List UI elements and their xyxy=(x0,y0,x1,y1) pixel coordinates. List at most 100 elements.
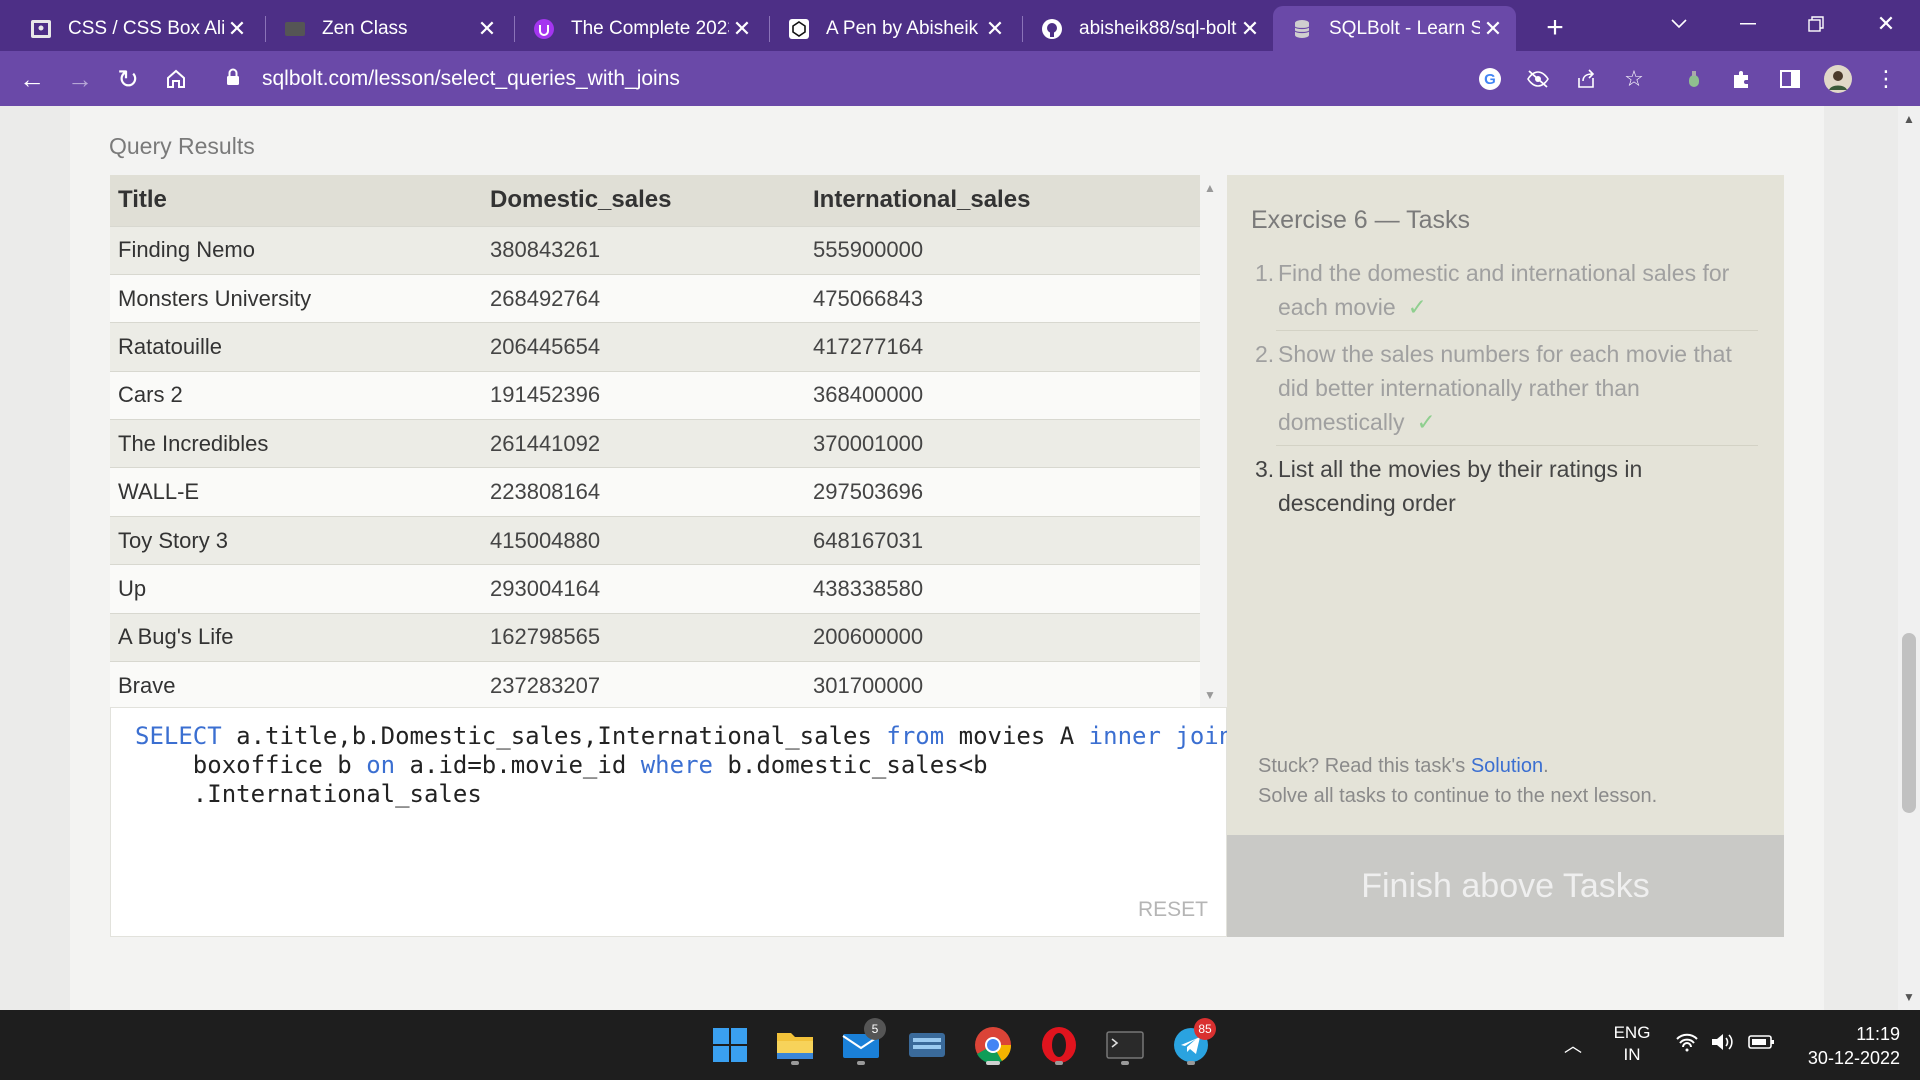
table-row: Cars 2 191452396 368400000 xyxy=(110,370,1200,420)
chrome-icon[interactable] xyxy=(970,1022,1016,1068)
table-row: Ratatouille 206445654 417277164 xyxy=(110,322,1200,372)
reload-icon[interactable]: ↻ xyxy=(110,61,146,97)
checkmark-icon: ✓ xyxy=(1416,409,1436,435)
tab-github-sql-bolt[interactable]: abisheik88/sql-bolt ✕ xyxy=(1023,6,1273,51)
task-divider xyxy=(1276,445,1758,446)
address-bar[interactable]: sqlbolt.com/lesson/select_queries_with_j… xyxy=(210,57,1660,101)
show-hidden-icons-chevron-icon[interactable]: ︿ xyxy=(1564,1032,1582,1058)
results-scroll-down-icon[interactable]: ▼ xyxy=(1204,688,1216,702)
page-scrollbar[interactable]: ▲ ▼ xyxy=(1898,106,1920,1010)
close-tab-icon[interactable]: ✕ xyxy=(474,16,500,42)
telegram-badge: 85 xyxy=(1194,1018,1216,1040)
clock[interactable]: 11:19 30-12-2022 xyxy=(1790,1022,1900,1070)
file-explorer-icon[interactable] xyxy=(772,1022,818,1068)
side-panel-icon[interactable] xyxy=(1774,63,1806,95)
table-cell: 301700000 xyxy=(805,661,1200,707)
minimize-icon[interactable] xyxy=(1720,6,1776,42)
table-cell: WALL-E xyxy=(110,467,482,517)
checkmark-icon: ✓ xyxy=(1407,294,1427,320)
table-cell: Monsters University xyxy=(110,273,482,323)
opera-icon[interactable] xyxy=(1036,1022,1082,1068)
wifi-icon[interactable] xyxy=(1675,1032,1699,1057)
touch-keyboard-icon[interactable] xyxy=(904,1022,950,1068)
table-cell: 206445654 xyxy=(482,322,805,372)
table-cell: 261441092 xyxy=(482,419,805,468)
eye-off-icon[interactable] xyxy=(1522,63,1554,95)
udemy-icon xyxy=(533,18,555,40)
table-cell: 648167031 xyxy=(805,515,1200,565)
column-header: Title xyxy=(110,175,482,226)
mail-icon[interactable]: 5 xyxy=(838,1018,886,1068)
table-row: Toy Story 3 415004880 648167031 xyxy=(110,515,1200,565)
terminal-icon[interactable] xyxy=(1102,1022,1148,1068)
tasks-heading: Exercise 6 — Tasks xyxy=(1251,206,1471,234)
tab-sqlbolt[interactable]: SQLBolt - Learn SQL ✕ xyxy=(1273,6,1516,51)
table-cell: A Bug's Life xyxy=(110,612,482,662)
scroll-up-icon[interactable]: ▲ xyxy=(1903,112,1915,126)
scroll-down-icon[interactable]: ▼ xyxy=(1903,990,1915,1004)
tab-zen-class[interactable]: Zen Class ✕ xyxy=(266,6,510,51)
language-indicator[interactable]: ENG IN xyxy=(1610,1022,1654,1066)
table-cell: 237283207 xyxy=(482,661,805,707)
query-results-table: Title Domestic_sales International_sales… xyxy=(110,175,1200,707)
tab-codepen[interactable]: A Pen by Abisheik ✕ xyxy=(770,6,1018,51)
table-cell: 555900000 xyxy=(805,225,1200,275)
share-icon[interactable] xyxy=(1570,63,1602,95)
sqlbolt-icon xyxy=(1291,18,1313,40)
bookmark-star-icon[interactable]: ☆ xyxy=(1618,63,1650,95)
table-cell: 475066843 xyxy=(805,273,1200,323)
windows-start-icon[interactable] xyxy=(707,1022,753,1068)
sql-query-text[interactable]: SELECT a.title,b.Domestic_sales,Internat… xyxy=(135,722,1233,809)
google-icon[interactable]: G xyxy=(1474,63,1506,95)
close-tab-icon[interactable]: ✕ xyxy=(224,16,250,42)
table-cell: 438338580 xyxy=(805,564,1200,614)
task-item: 1. Find the domestic and international sa… xyxy=(1255,260,1730,320)
tab-css-box-align[interactable]: CSS / CSS Box Align ✕ xyxy=(12,6,260,51)
extension-dot-icon[interactable] xyxy=(1678,63,1710,95)
sql-editor[interactable]: SELECT a.title,b.Domestic_sales,Internat… xyxy=(110,707,1233,937)
close-tab-icon[interactable]: ✕ xyxy=(1480,16,1506,42)
home-icon[interactable] xyxy=(158,61,194,97)
table-cell: 415004880 xyxy=(482,515,805,565)
tab-complete-2023[interactable]: The Complete 2023 ✕ xyxy=(515,6,765,51)
column-header: International_sales xyxy=(805,175,1200,226)
google-classroom-icon xyxy=(30,18,52,40)
new-tab-button[interactable]: + xyxy=(1537,10,1573,46)
tasks-panel: Exercise 6 — Tasks 1. Find the domestic a… xyxy=(1227,175,1784,835)
back-arrow-icon[interactable]: ← xyxy=(14,61,50,97)
restore-icon[interactable] xyxy=(1788,6,1844,42)
solution-link[interactable]: Solution xyxy=(1471,755,1543,777)
more-menu-icon[interactable]: ⋮ xyxy=(1870,63,1902,95)
close-window-icon[interactable]: ✕ xyxy=(1858,6,1914,42)
table-cell: 368400000 xyxy=(805,370,1200,420)
battery-icon[interactable] xyxy=(1747,1032,1775,1057)
table-cell: Finding Nemo xyxy=(110,225,482,275)
table-cell: 370001000 xyxy=(805,419,1200,468)
tab-search-icon[interactable] xyxy=(1651,6,1707,42)
table-cell: 417277164 xyxy=(805,322,1200,372)
finish-tasks-button[interactable]: Finish above Tasks xyxy=(1227,835,1784,937)
scrollbar-thumb[interactable] xyxy=(1902,633,1916,813)
table-cell: Ratatouille xyxy=(110,322,482,372)
close-tab-icon[interactable]: ✕ xyxy=(1237,16,1263,42)
extensions-puzzle-icon[interactable] xyxy=(1726,63,1758,95)
telegram-icon[interactable]: 85 xyxy=(1168,1018,1216,1068)
codepen-icon xyxy=(788,18,810,40)
table-cell: Cars 2 xyxy=(110,370,482,420)
table-row: Up 293004164 438338580 xyxy=(110,564,1200,614)
results-scroll-up-icon[interactable]: ▲ xyxy=(1204,181,1216,195)
profile-avatar[interactable] xyxy=(1822,63,1854,95)
stuck-hint: Stuck? Read this task's Solution. xyxy=(1258,755,1549,777)
task-item-current: 3. List all the movies by their ratings i… xyxy=(1255,456,1643,516)
table-cell: 191452396 xyxy=(482,370,805,420)
close-tab-icon[interactable]: ✕ xyxy=(982,16,1008,42)
mail-badge: 5 xyxy=(864,1018,886,1040)
task-divider xyxy=(1276,330,1758,331)
windows-taskbar: 5 85 ︿ ENG IN 11:19 30-12-2022 xyxy=(0,1010,1920,1080)
volume-icon[interactable] xyxy=(1710,1032,1736,1057)
forward-arrow-icon[interactable]: → xyxy=(62,61,98,97)
table-row: A Bug's Life 162798565 200600000 xyxy=(110,612,1200,662)
table-cell: 223808164 xyxy=(482,467,805,517)
reset-button[interactable]: RESET xyxy=(1138,898,1208,922)
close-tab-icon[interactable]: ✕ xyxy=(729,16,755,42)
